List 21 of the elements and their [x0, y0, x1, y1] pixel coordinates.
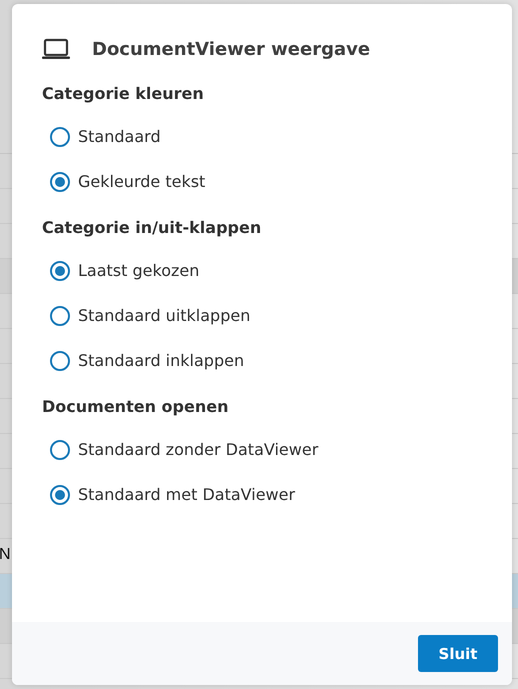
- close-button[interactable]: Sluit: [418, 635, 498, 672]
- radio-button[interactable]: [50, 126, 70, 146]
- section-heading: Categorie in/uit-klappen: [42, 217, 262, 239]
- radio-button[interactable]: [50, 440, 70, 460]
- radio-button[interactable]: [50, 350, 70, 370]
- radio-button[interactable]: [50, 484, 70, 504]
- radio-button[interactable]: [50, 260, 70, 280]
- radio-button[interactable]: [50, 172, 70, 192]
- option-label[interactable]: Standaard met DataViewer: [78, 485, 296, 504]
- section-heading: Documenten openen: [42, 396, 230, 418]
- option-label[interactable]: Standaard uitklappen: [78, 306, 250, 325]
- option-label[interactable]: Standaard: [78, 127, 161, 146]
- option-label[interactable]: Laatst gekozen: [78, 261, 200, 280]
- radio-button[interactable]: [50, 306, 70, 326]
- laptop-icon: [42, 38, 70, 60]
- dialog-title: DocumentViewer weergave: [92, 38, 370, 60]
- column-letter: N: [0, 546, 11, 564]
- option-label[interactable]: Standaard zonder DataViewer: [78, 440, 318, 459]
- option-label[interactable]: Standaard inklappen: [78, 351, 244, 370]
- option-label[interactable]: Gekleurde tekst: [78, 172, 206, 191]
- section-heading: Categorie kleuren: [42, 83, 205, 105]
